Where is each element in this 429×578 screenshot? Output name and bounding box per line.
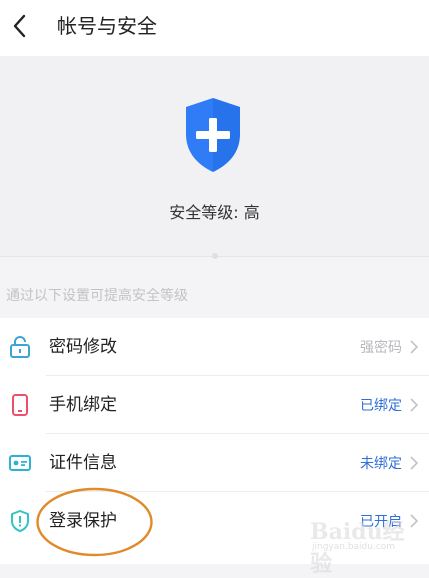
phone-icon xyxy=(12,394,28,416)
chevron-right-icon xyxy=(410,340,419,354)
lock-icon xyxy=(10,336,30,358)
item-status: 未绑定 xyxy=(360,456,402,472)
item-label: 证件信息 xyxy=(49,453,117,473)
item-status: 已绑定 xyxy=(360,398,402,414)
security-level-text: 安全等级: 高 xyxy=(169,203,260,222)
id-card-icon xyxy=(9,455,31,471)
hint-text: 通过以下设置可提高安全等级 xyxy=(6,288,188,304)
annotation-circle xyxy=(36,487,153,557)
shield-alert-icon xyxy=(11,510,29,532)
chevron-right-icon xyxy=(410,456,419,470)
watermark: Baidu经验 jingyan.baidu.com xyxy=(310,510,422,577)
watermark-url: jingyan.baidu.com xyxy=(312,542,396,552)
item-label: 手机绑定 xyxy=(49,395,117,415)
page-title: 帐号与安全 xyxy=(57,14,157,38)
list-item-id[interactable]: 证件信息 未绑定 xyxy=(0,434,429,492)
top-bar: 帐号与安全 xyxy=(0,0,429,56)
security-summary: 安全等级: 高 xyxy=(0,56,429,259)
item-label: 密码修改 xyxy=(49,337,117,357)
chevron-right-icon xyxy=(410,398,419,412)
back-button[interactable] xyxy=(8,10,36,42)
list-item-phone[interactable]: 手机绑定 已绑定 xyxy=(0,376,429,434)
list-item-password[interactable]: 密码修改 强密码 xyxy=(0,318,429,376)
shield-plus-icon xyxy=(186,98,240,172)
chevron-left-icon xyxy=(13,14,26,38)
divider-dot xyxy=(212,253,218,259)
item-status: 强密码 xyxy=(360,340,402,356)
